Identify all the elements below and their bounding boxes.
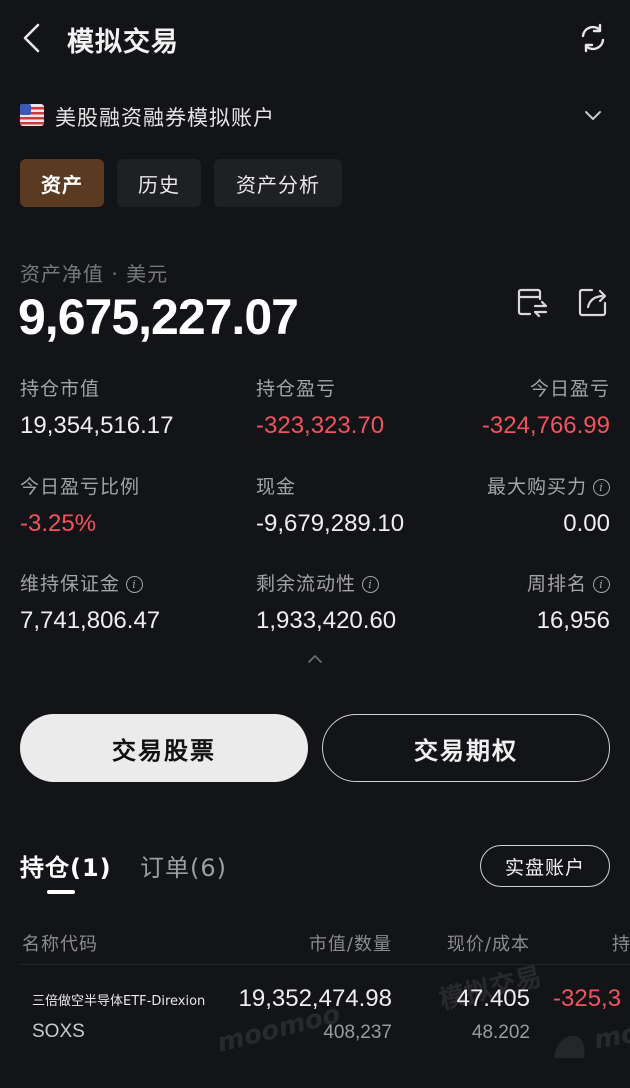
refresh-icon[interactable] — [577, 22, 609, 54]
metric-label-wrap: 周排名 i — [410, 571, 610, 597]
metric-label: 持仓市值 — [20, 378, 101, 400]
info-icon[interactable]: i — [593, 479, 610, 496]
account-selector[interactable]: 美股融资融券模拟账户 — [20, 98, 610, 134]
cost-price: 48.202 — [471, 1022, 530, 1043]
stock-name: 三倍做空半导体ETF-Direxion — [32, 994, 206, 1009]
divider — [20, 964, 630, 965]
metric-value: 7,741,806.47 — [20, 607, 161, 634]
metric-value: 16,956 — [536, 607, 610, 634]
column-header-pl[interactable]: 持 — [612, 930, 630, 956]
metric-label-wrap: 最大购买力 i — [410, 474, 610, 500]
position-pl: -325,3 — [553, 985, 622, 1012]
metric-label: 今日盈亏比例 — [20, 476, 141, 498]
metric-value: 19,354,516.17 — [20, 412, 174, 439]
tab-history[interactable]: 历史 — [117, 159, 201, 207]
metric-max-buying-power: 最大购买力 i 0.00 — [410, 474, 610, 538]
metric-value: 0.00 — [563, 510, 610, 537]
metric-label-wrap: 维持保证金 i — [20, 571, 220, 597]
chevron-left-icon[interactable] — [18, 22, 46, 54]
metric-label: 周排名 — [526, 573, 587, 595]
info-icon[interactable]: i — [593, 576, 610, 593]
us-flag-icon — [20, 104, 44, 126]
column-header-price-cost[interactable]: 现价/成本 — [447, 930, 530, 956]
metric-maintenance-margin: 维持保证金 i 7,741,806.47 — [20, 571, 220, 635]
metric-value: -3.25% — [20, 510, 97, 537]
tab-orders[interactable]: 订单(6) — [140, 848, 227, 883]
quantity: 408,237 — [323, 1022, 392, 1043]
active-tab-indicator — [47, 890, 75, 894]
watermark-logo-text: mo — [591, 1018, 630, 1056]
current-price: 47.405 — [456, 985, 530, 1012]
metric-today-pl: 今日盈亏 -324,766.99 — [410, 376, 610, 440]
page-title: 模拟交易 — [67, 27, 179, 58]
metric-weekly-rank: 周排名 i 16,956 — [410, 571, 610, 635]
net-asset-label: 资产净值 · 美元 — [20, 262, 169, 286]
moomoo-logo-icon — [552, 1030, 588, 1064]
tab-asset-analysis[interactable]: 资产分析 — [214, 159, 342, 207]
metric-label: 最大购买力 — [486, 476, 587, 498]
chevron-down-icon[interactable] — [584, 106, 602, 124]
metric-label: 维持保证金 — [20, 573, 121, 595]
trade-option-button[interactable]: 交易期权 — [322, 714, 610, 782]
metric-label: 今日盈亏 — [529, 378, 610, 400]
chevron-up-icon[interactable] — [306, 650, 324, 663]
stock-code: SOXS — [32, 1021, 85, 1042]
share-icon[interactable] — [576, 285, 610, 319]
info-icon[interactable]: i — [126, 576, 144, 593]
simulated-trading-page: 模拟交易 美股融资融券模拟账户 资产 历史 资产分析 资产净值 · 美元 9,6… — [0, 0, 630, 1088]
tab-assets[interactable]: 资产 — [20, 159, 104, 207]
header: 模拟交易 — [0, 0, 630, 78]
tab-positions[interactable]: 持仓(1) — [20, 848, 112, 883]
real-account-button[interactable]: 实盘账户 — [480, 845, 610, 887]
column-header-name[interactable]: 名称代码 — [22, 930, 98, 956]
net-asset-value: 9,675,227.07 — [18, 289, 299, 345]
metric-label: 剩余流动性 — [256, 573, 357, 595]
info-icon[interactable]: i — [362, 576, 380, 593]
column-header-value-qty[interactable]: 市值/数量 — [309, 930, 392, 956]
currency-switch-icon[interactable] — [516, 287, 550, 319]
market-value: 19,352,474.98 — [238, 985, 392, 1012]
metric-value: -324,766.99 — [481, 412, 610, 439]
account-name: 美股融资融券模拟账户 — [55, 106, 275, 130]
metric-today-pl-ratio: 今日盈亏比例 -3.25% — [20, 474, 220, 538]
metric-market-value: 持仓市值 19,354,516.17 — [20, 376, 220, 440]
trade-stock-button[interactable]: 交易股票 — [20, 714, 308, 782]
